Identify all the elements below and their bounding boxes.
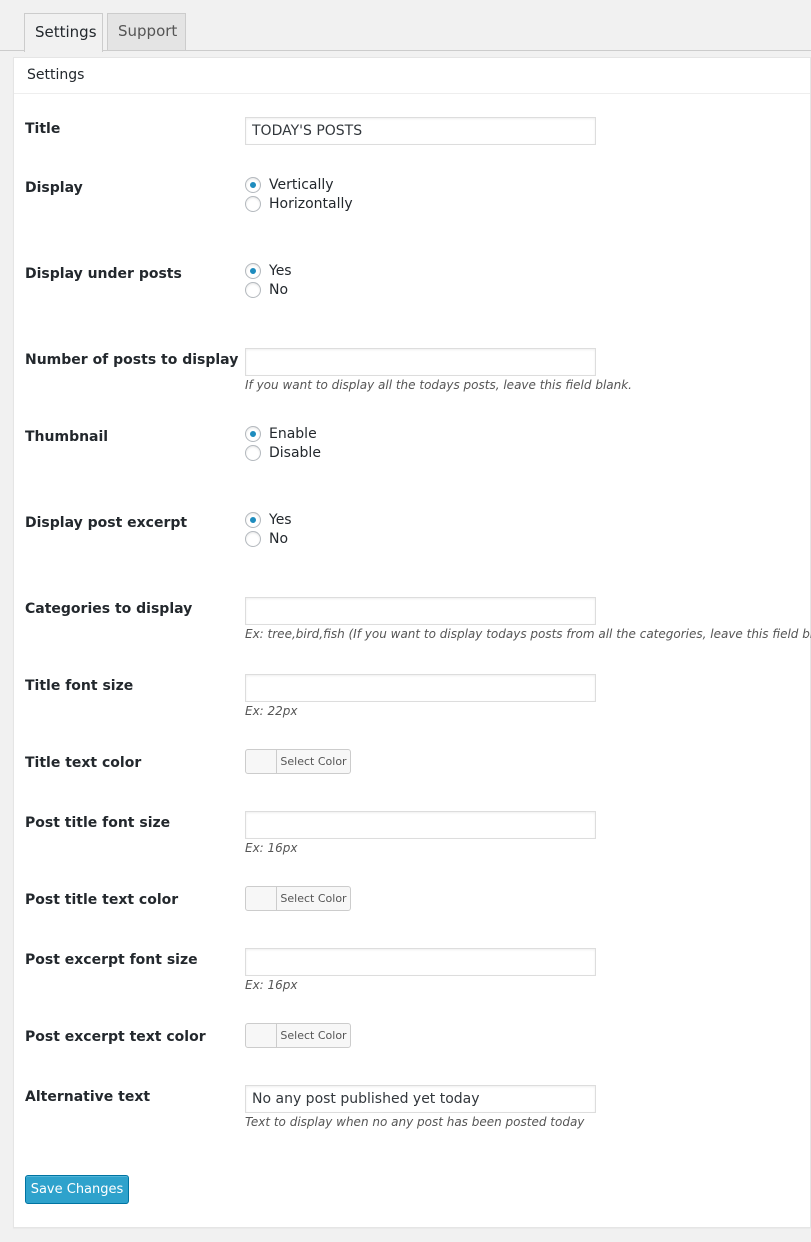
post-excerpt-font-size-hint: Ex: 16px [245,978,298,992]
thumbnail-disable-option[interactable]: Disable [245,443,321,462]
radio-label: Disable [269,444,321,461]
radio-button[interactable] [245,281,261,298]
radio-label: Yes [269,511,292,528]
radio-label: No [269,281,289,298]
title-input[interactable] [245,117,596,145]
thumbnail-enable-option[interactable]: Enable [245,424,317,443]
num-posts-label: Number of posts to display [25,352,239,368]
categories-input[interactable] [245,597,596,625]
select-color-label: Select Color [280,1029,347,1042]
select-color-label: Select Color [280,892,347,905]
num-posts-input[interactable] [245,348,596,376]
select-color-label: Select Color [280,755,347,768]
title-font-size-label: Title font size [25,678,134,694]
display-under-posts-no-option[interactable]: No [245,280,288,299]
post-title-font-size-input[interactable] [245,811,596,839]
radio-button[interactable] [245,425,261,442]
radio-button[interactable] [245,262,261,279]
thumbnail-label: Thumbnail [25,429,109,445]
radio-button[interactable] [245,195,261,212]
color-swatch [246,750,277,773]
radio-label: Enable [269,425,317,442]
radio-label: Horizontally [269,195,353,212]
settings-panel: Settings Title Display Vertically Horizo… [13,57,811,1228]
display-under-posts-label: Display under posts [25,266,182,282]
save-changes-button[interactable]: Save Changes [25,1175,129,1204]
radio-label: Vertically [269,176,334,193]
alternative-text-hint: Text to display when no any post has bee… [245,1115,585,1129]
alternative-text-input[interactable] [245,1085,596,1113]
display-excerpt-no-option[interactable]: No [245,529,288,548]
title-font-size-input[interactable] [245,674,596,702]
num-posts-hint: If you want to display all the todays po… [245,378,632,392]
tab-support[interactable]: Support [107,13,186,50]
display-horizontally-option[interactable]: Horizontally [245,194,353,213]
post-excerpt-text-color-label: Post excerpt text color [25,1029,206,1045]
categories-hint: Ex: tree,bird,fish (If you want to displ… [245,627,811,641]
display-excerpt-yes-option[interactable]: Yes [245,510,292,529]
display-excerpt-label: Display post excerpt [25,515,188,531]
post-title-text-color-label: Post title text color [25,892,179,908]
panel-title: Settings [14,58,810,94]
categories-label: Categories to display [25,601,193,617]
radio-button[interactable] [245,511,261,528]
display-vertically-option[interactable]: Vertically [245,175,334,194]
radio-button[interactable] [245,176,261,193]
radio-button[interactable] [245,444,261,461]
title-text-color-label: Title text color [25,755,142,771]
title-color-picker-button[interactable]: Select Color [245,749,351,774]
post-excerpt-color-picker-button[interactable]: Select Color [245,1023,351,1048]
color-swatch [246,887,277,910]
alternative-text-label: Alternative text [25,1089,151,1105]
post-excerpt-font-size-label: Post excerpt font size [25,952,198,968]
post-excerpt-font-size-input[interactable] [245,948,596,976]
display-label: Display [25,180,83,196]
title-label: Title [25,121,61,137]
post-title-font-size-hint: Ex: 16px [245,841,298,855]
radio-label: Yes [269,262,292,279]
tab-bar: Settings Support [0,0,811,52]
post-title-color-picker-button[interactable]: Select Color [245,886,351,911]
post-title-font-size-label: Post title font size [25,815,171,831]
radio-label: No [269,530,289,547]
color-swatch [246,1024,277,1047]
title-font-size-hint: Ex: 22px [245,704,298,718]
tab-settings[interactable]: Settings [24,13,103,52]
display-under-posts-yes-option[interactable]: Yes [245,261,292,280]
radio-button[interactable] [245,530,261,547]
